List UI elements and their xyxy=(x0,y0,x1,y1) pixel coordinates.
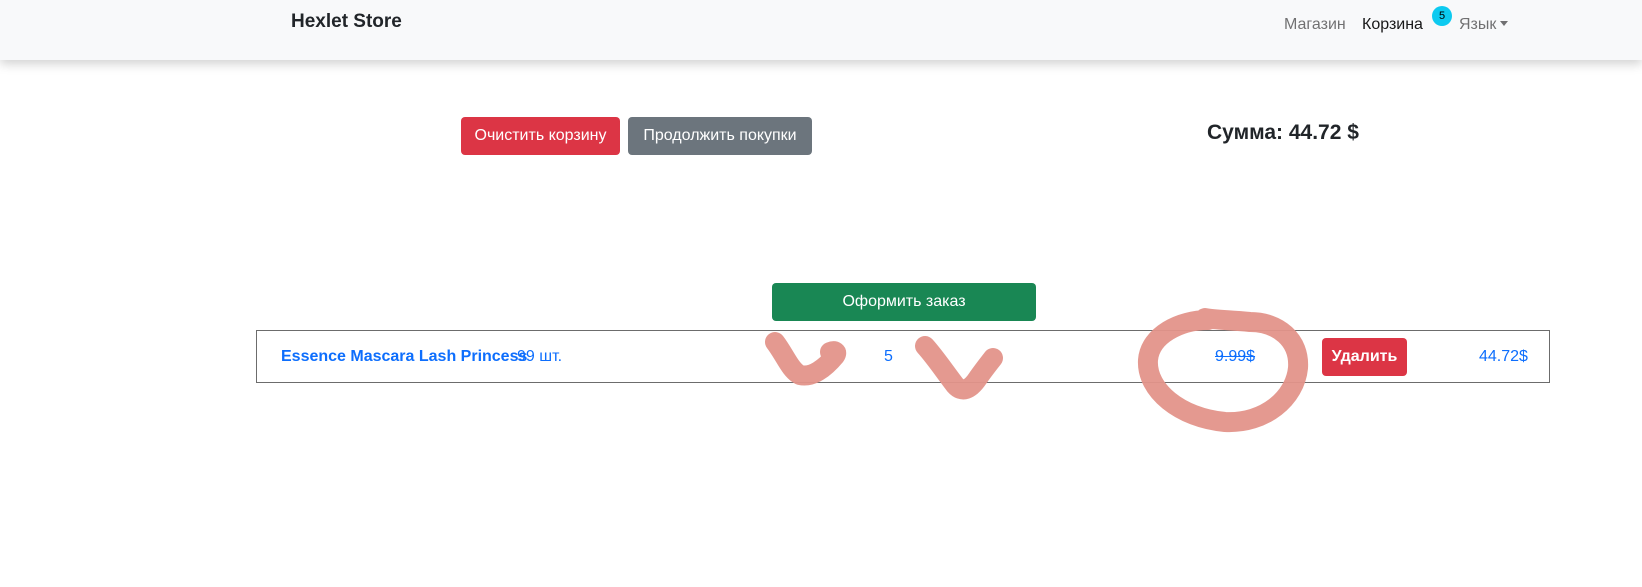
checkout-button[interactable]: Оформить заказ xyxy=(772,283,1036,321)
language-label: Язык xyxy=(1459,16,1497,33)
product-name-link[interactable]: Essence Mascara Lash Princess xyxy=(281,348,527,366)
continue-shopping-button[interactable]: Продолжить покупки xyxy=(628,117,812,155)
product-stock: 99 шт. xyxy=(517,348,563,365)
product-quantity: 5 xyxy=(884,348,893,365)
caret-down-icon xyxy=(1500,21,1509,26)
cart-count-badge: 5 xyxy=(1432,6,1452,26)
navbar: Hexlet Store Магазин Корзина 5 Язык xyxy=(0,0,1642,60)
clear-cart-button[interactable]: Очистить корзину xyxy=(461,117,620,155)
delete-item-button[interactable]: Удалить xyxy=(1322,338,1407,376)
language-dropdown[interactable]: Язык xyxy=(1459,16,1509,34)
product-price: 9.99$ xyxy=(1215,348,1256,365)
brand-link[interactable]: Hexlet Store xyxy=(291,11,402,33)
cart-total: Сумма: 44.72 $ xyxy=(1207,121,1359,144)
nav-shop-link[interactable]: Магазин xyxy=(1284,16,1346,34)
nav-cart-link[interactable]: Корзина xyxy=(1362,16,1423,34)
line-total: 44.72$ xyxy=(1479,348,1528,365)
